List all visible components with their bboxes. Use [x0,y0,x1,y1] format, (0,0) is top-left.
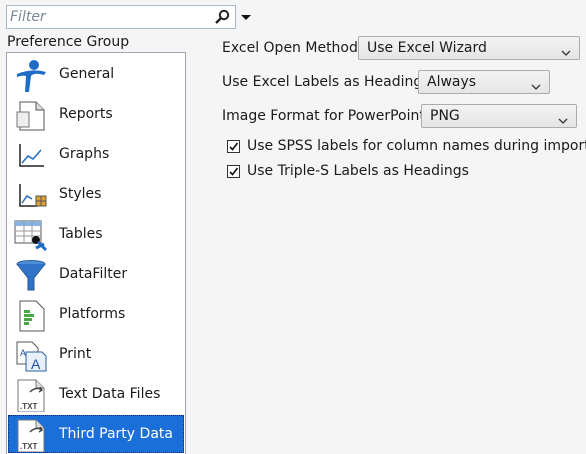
pref-item-print[interactable]: AA Print [8,335,184,373]
pref-item-label: Tables [59,226,103,242]
selected-value: PNG [430,108,460,124]
svg-text:A: A [20,348,26,358]
txt-file-icon: .TXT [14,418,48,453]
preference-group-list[interactable]: General Reports Graphs Styles Tables Dat… [6,52,186,454]
pref-item-label: Styles [59,186,102,202]
svg-text:A: A [31,356,41,372]
tables-icon [14,218,48,252]
filter-input[interactable] [10,8,210,26]
triple-s-labels-label: Use Triple-S Labels as Headings [247,163,469,179]
pref-item-datafilter[interactable]: DataFilter [8,255,184,293]
excel-open-method-select[interactable]: Use Excel Wizard [358,36,580,60]
preference-group-label: Preference Group [7,34,130,50]
chevron-down-icon [531,79,541,90]
selected-value: Use Excel Wizard [367,40,487,56]
image-format-label: Image Format for PowerPoint [222,108,425,124]
pref-item-label: Text Data Files [59,386,161,402]
pref-item-label: Platforms [59,306,126,322]
graphs-icon [14,138,48,172]
triple-s-labels-checkbox[interactable] [227,165,240,178]
styles-icon [14,178,48,212]
excel-labels-headings-label: Use Excel Labels as Headings [222,74,430,90]
pref-item-label: Print [59,346,92,362]
pref-item-tables[interactable]: Tables [8,215,184,253]
funnel-icon [14,258,48,292]
general-icon [14,58,48,92]
pref-item-label: Reports [59,106,113,122]
chevron-down-icon [558,113,568,124]
pref-item-label: DataFilter [59,266,128,282]
pref-item-styles[interactable]: Styles [8,175,184,213]
excel-open-method-label: Excel Open Method [222,40,358,56]
filter-menu-button[interactable] [237,5,255,29]
print-icon: AA [14,338,48,372]
excel-labels-headings-select[interactable]: Always [418,70,550,94]
platforms-icon [14,298,48,332]
pref-item-reports[interactable]: Reports [8,95,184,133]
pref-item-platforms[interactable]: Platforms [8,295,184,333]
svg-text:.TXT: .TXT [20,442,37,451]
pref-item-third-party-data[interactable]: .TXT Third Party Data [8,415,184,453]
reports-icon [14,98,48,132]
pref-item-label: Graphs [59,146,110,162]
svg-text:.TXT: .TXT [20,402,37,411]
pref-item-general[interactable]: General [8,55,184,93]
pref-item-label: General [59,66,115,82]
search-icon[interactable] [214,9,232,25]
pref-item-graphs[interactable]: Graphs [8,135,184,173]
txt-file-icon: .TXT [14,378,48,413]
selected-value: Always [427,74,477,90]
spss-labels-label: Use SPSS labels for column names during … [247,138,586,154]
pref-item-text-data-files[interactable]: .TXT Text Data Files [8,375,184,413]
chevron-down-icon [561,45,571,56]
filter-box [6,5,236,29]
spss-labels-checkbox[interactable] [227,140,240,153]
image-format-select[interactable]: PNG [421,104,577,128]
pref-item-label: Third Party Data [59,426,173,442]
